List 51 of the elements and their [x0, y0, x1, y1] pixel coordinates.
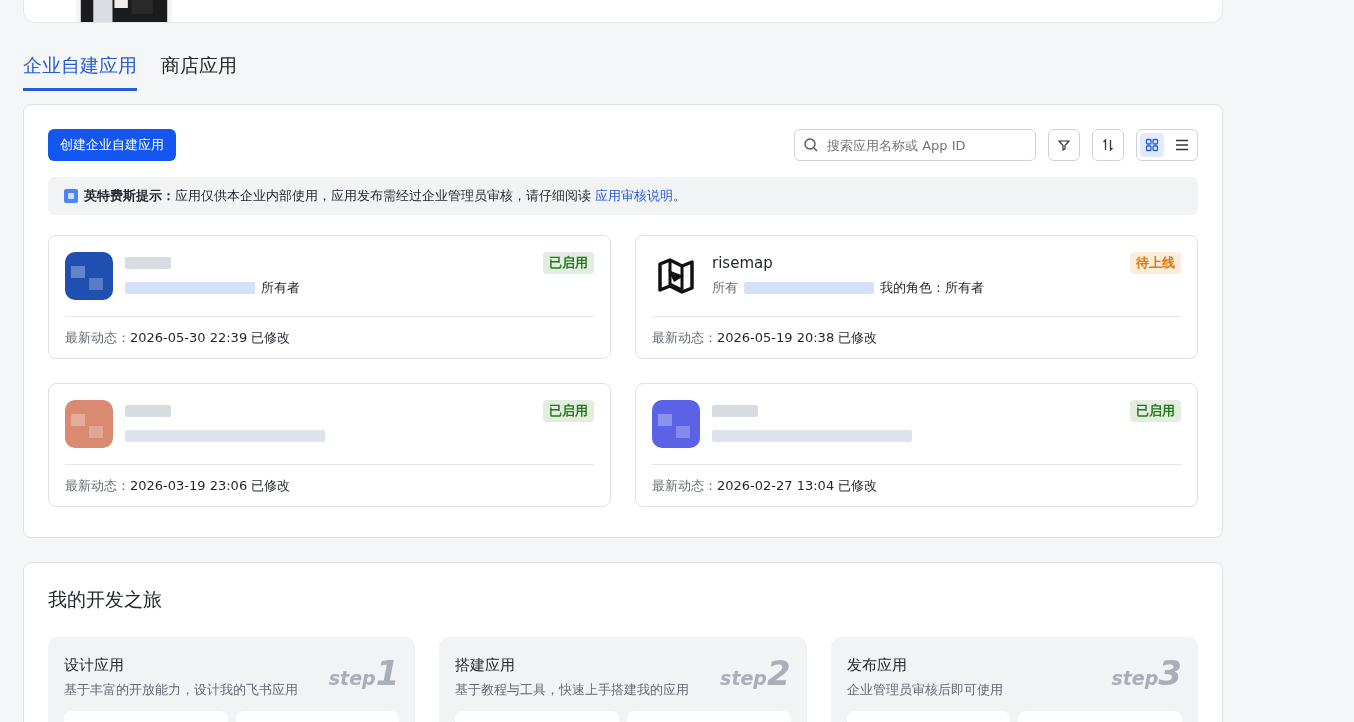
section-title: 我的开发之旅: [48, 587, 163, 612]
step-title: 设计应用: [64, 655, 125, 676]
list-icon: [1175, 138, 1189, 152]
notice-text: 英特费斯提示：应用仅供本企业内部使用，应用发布需经过企业管理员审核，请仔细阅读 应用审核说明。: [84, 187, 687, 205]
sort-icon: [1101, 138, 1115, 152]
create-button[interactable]: 创建企业自建应用: [48, 129, 176, 161]
step-title: 搭建应用: [455, 655, 517, 676]
app-card[interactable]: risemap 所有 我的角色：所有者 待上线 最新动态：2026-05-19 20:38 已修改: [635, 235, 1198, 359]
role-text: 所有者: [261, 279, 300, 297]
blurred-text: [125, 405, 171, 417]
step-number: step1: [328, 653, 400, 695]
update-label: 最新动态：: [65, 329, 130, 347]
update-label: 最新动态：: [652, 329, 717, 347]
status-tag: 已启用: [543, 252, 594, 274]
logo-icon: [64, 189, 78, 203]
status-tag: 已启用: [1130, 400, 1181, 422]
app-card[interactable]: 已启用 最新动态：2026-02-27 13:04 已修改: [635, 383, 1198, 507]
grid-icon: [1145, 138, 1159, 152]
blurred-logo-icon: [652, 400, 700, 448]
update-label: 最新动态：: [65, 477, 130, 495]
filter-icon: [1057, 138, 1071, 152]
status-tag: 待上线: [1130, 252, 1181, 274]
grid-view-button[interactable]: [1140, 133, 1164, 157]
sort-button[interactable]: [1092, 129, 1124, 161]
app-card[interactable]: 已启用 最新动态：2026-03-19 23:06 已修改: [48, 383, 611, 507]
update-label: 最新动态：: [652, 477, 717, 495]
step-title: 发布应用: [846, 655, 908, 676]
step-description: 基于教程与工具，快速上手搭建我的应用: [455, 681, 690, 699]
update-time: 2026-05-19 20:38 已修改: [717, 329, 878, 347]
tab[interactable]: 企业自建应用: [23, 51, 137, 91]
blurred-logo-icon: [65, 400, 113, 448]
step-description: 企业管理员审核后即可使用: [846, 681, 1003, 699]
step-description: 基于丰富的开放能力，设计我的飞书应用: [64, 681, 298, 699]
update-time: 2026-02-27 13:04 已修改: [717, 477, 878, 495]
blurred-text: [712, 405, 758, 417]
blurred-text: [125, 257, 171, 269]
tab[interactable]: 商店应用: [161, 51, 237, 91]
step-number: step3: [1111, 653, 1182, 695]
app-card[interactable]: 所有者 已启用 最新动态：2026-05-30 22:39 已修改: [48, 235, 611, 359]
update-time: 2026-05-30 22:39 已修改: [130, 329, 291, 347]
app-name: risemap: [712, 253, 774, 274]
status-tag: 已启用: [543, 400, 594, 422]
blurred-logo-icon: [65, 252, 113, 300]
filter-button[interactable]: [1048, 129, 1080, 161]
review-guide-link[interactable]: 应用审核说明: [595, 188, 674, 203]
role-text: 我的角色：所有者: [880, 279, 984, 297]
role-text: 所有: [712, 279, 738, 297]
search-field[interactable]: 搜索应用名称或 App ID: [794, 129, 1036, 161]
update-time: 2026-03-19 23:06 已修改: [130, 477, 291, 495]
step-number: step2: [720, 653, 791, 695]
search-icon: [803, 137, 819, 153]
